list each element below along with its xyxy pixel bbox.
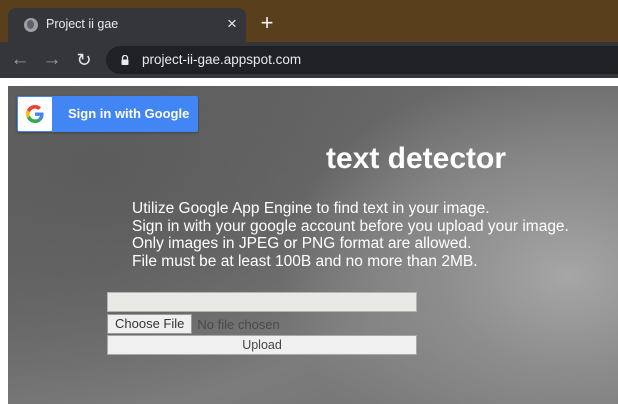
back-button[interactable]: ←	[8, 48, 32, 72]
google-logo-box	[18, 97, 52, 131]
page-title: text detector	[325, 142, 507, 175]
close-icon[interactable]: ×	[222, 14, 242, 34]
text-field[interactable]	[107, 292, 417, 312]
google-sign-in-button[interactable]: Sign in with Google	[17, 96, 198, 132]
description-line: Sign in with your google account before …	[132, 217, 569, 235]
browser-toolbar: ← → ↻ project-ii-gae.appspot.com	[0, 42, 618, 78]
sign-in-label: Sign in with Google	[68, 106, 190, 121]
address-bar[interactable]: project-ii-gae.appspot.com	[106, 46, 618, 74]
description: Utilize Google App Engine to find text i…	[132, 200, 612, 270]
google-g-icon	[26, 105, 44, 123]
url-text: project-ii-gae.appspot.com	[142, 52, 302, 67]
globe-icon	[24, 18, 38, 32]
description-line: Only images in JPEG or PNG format are al…	[132, 235, 472, 252]
browser-tab[interactable]: Project ii gae ×	[8, 8, 246, 42]
forward-button[interactable]: →	[40, 48, 64, 72]
description-line: Utilize Google App Engine to find text i…	[132, 200, 490, 217]
upload-button[interactable]: Upload	[107, 335, 417, 355]
choose-file-button[interactable]: Choose File	[107, 314, 193, 334]
page-viewport: Sign in with Google text detector Utiliz…	[8, 86, 618, 404]
lock-icon	[121, 55, 129, 65]
chrome-separator	[0, 78, 618, 86]
no-file-label: No file chosen	[197, 316, 280, 332]
tab-title: Project ii gae	[46, 17, 119, 31]
reload-button[interactable]: ↻	[72, 48, 96, 72]
new-tab-button[interactable]: +	[256, 12, 278, 34]
tab-strip: Project ii gae × +	[0, 0, 618, 42]
description-line: File must be at least 100B and no more t…	[132, 252, 478, 270]
file-input[interactable]: Choose File No file chosen	[107, 314, 280, 334]
